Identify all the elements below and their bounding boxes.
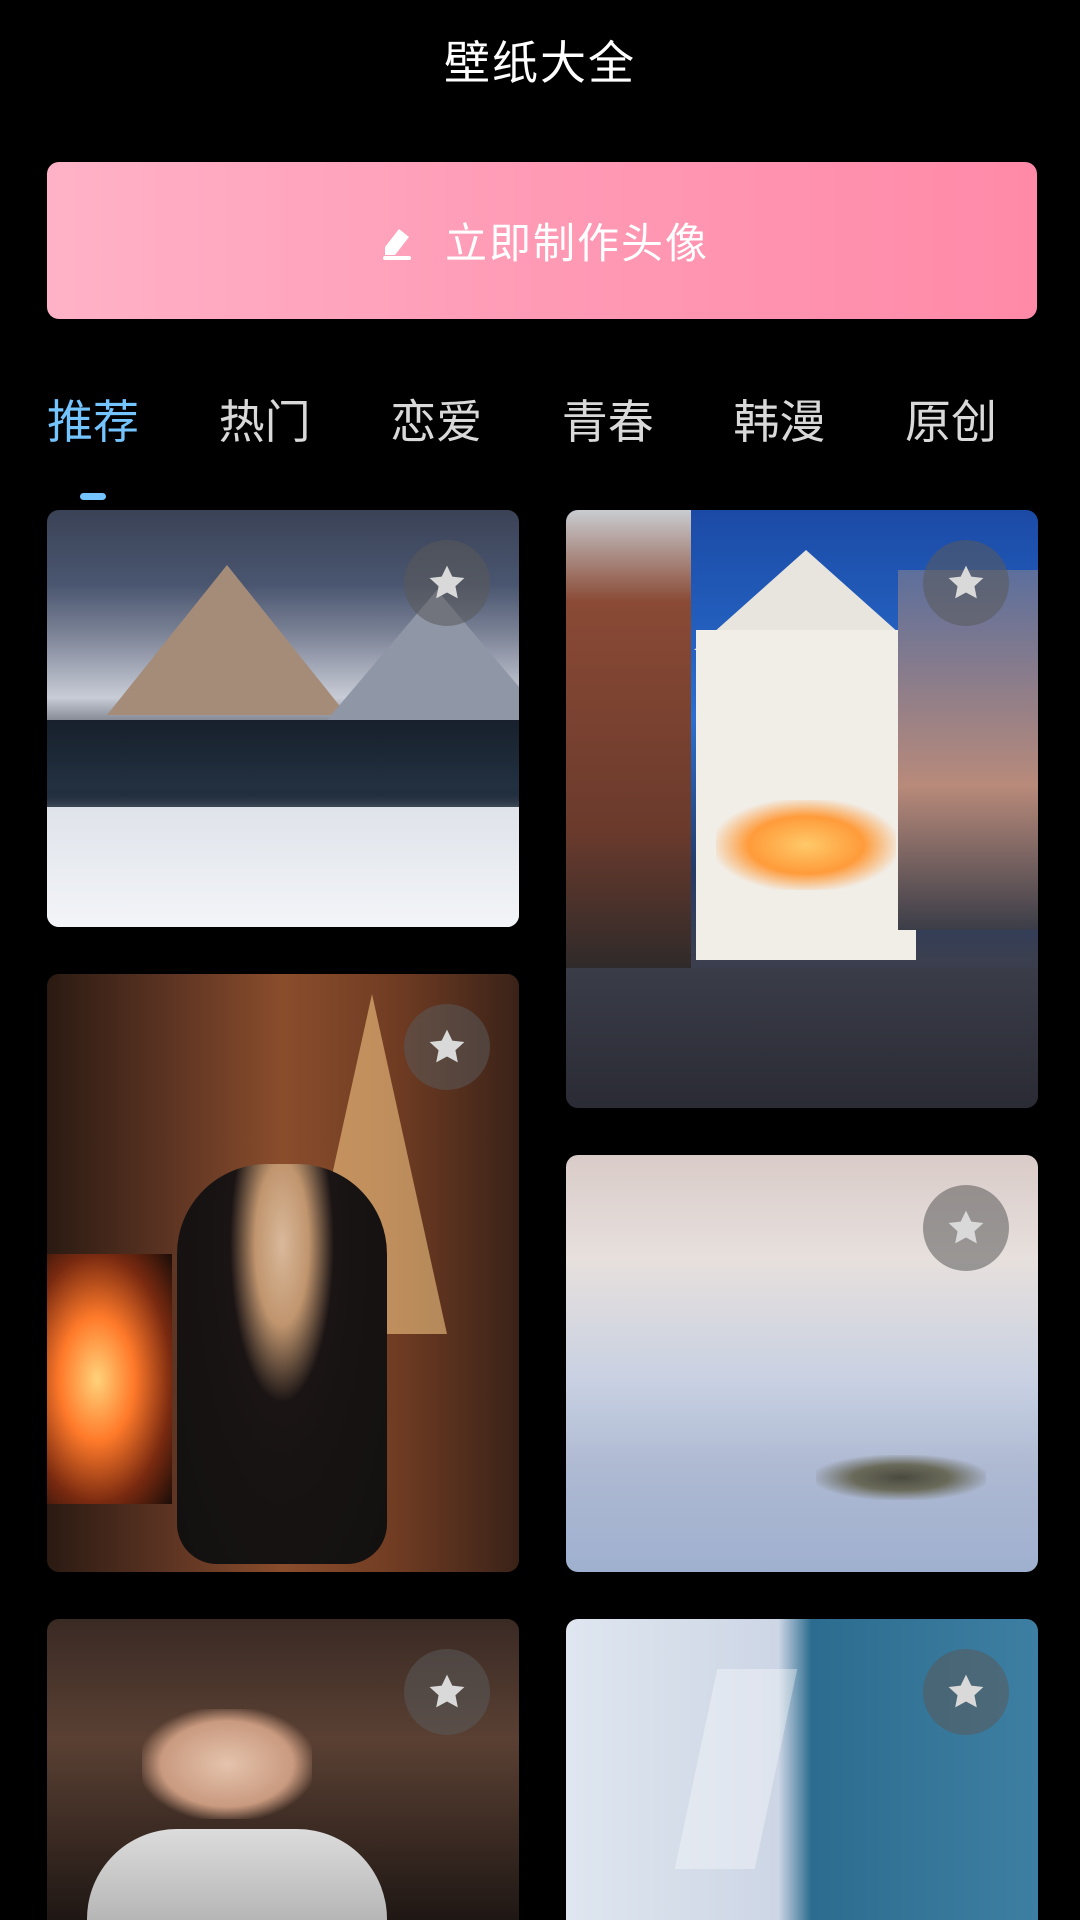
tab-korean-comics[interactable]: 韩漫 xyxy=(733,390,825,480)
tab-popular[interactable]: 热门 xyxy=(219,390,311,480)
category-tabs: 推荐 热门 恋爱 青春 韩漫 原创 xyxy=(47,390,1037,500)
house xyxy=(696,630,916,960)
favorite-star-button[interactable] xyxy=(923,540,1009,626)
star-icon xyxy=(429,1674,465,1708)
tab-love[interactable]: 恋爱 xyxy=(390,390,482,480)
wallpaper-card-town[interactable] xyxy=(566,510,1038,1108)
tab-youth[interactable]: 青春 xyxy=(562,390,654,480)
favorite-star-button[interactable] xyxy=(404,540,490,626)
tab-label: 青春 xyxy=(561,395,654,449)
building xyxy=(566,510,691,970)
street xyxy=(566,968,1038,1108)
star-icon xyxy=(429,565,465,599)
wallpaper-card-clouds[interactable] xyxy=(566,1155,1038,1572)
make-avatar-button[interactable]: 立即制作头像 xyxy=(47,162,1037,319)
make-avatar-label: 立即制作头像 xyxy=(444,219,709,268)
tree-island xyxy=(816,1455,986,1500)
star-icon xyxy=(429,1029,465,1063)
person xyxy=(177,1164,387,1564)
favorite-star-button[interactable] xyxy=(404,1004,490,1090)
tab-label: 热门 xyxy=(218,395,311,449)
app-header: 壁纸大全 xyxy=(0,0,1080,120)
shop-light xyxy=(716,800,896,890)
wallpaper-card-shirts[interactable] xyxy=(566,1619,1038,1920)
favorite-star-button[interactable] xyxy=(923,1649,1009,1735)
wash-basin xyxy=(87,1829,387,1920)
wallpaper-card-mountains[interactable] xyxy=(47,510,519,927)
tab-label: 原创 xyxy=(904,395,997,449)
tab-label: 推荐 xyxy=(47,395,139,449)
wallpaper-card-fireplace[interactable] xyxy=(47,974,519,1572)
favorite-star-button[interactable] xyxy=(923,1185,1009,1271)
tab-label: 韩漫 xyxy=(733,395,826,449)
page-title: 壁纸大全 xyxy=(444,36,636,90)
snowfield xyxy=(47,807,519,927)
face xyxy=(142,1709,312,1819)
star-icon xyxy=(948,565,984,599)
shirt-collar xyxy=(674,1669,798,1869)
tab-label: 恋爱 xyxy=(390,395,483,449)
tab-recommended[interactable]: 推荐 xyxy=(47,390,139,500)
edit-icon xyxy=(375,219,419,263)
active-tab-indicator xyxy=(80,493,106,500)
fireplace xyxy=(47,1254,172,1504)
wallpaper-card-salon[interactable] xyxy=(47,1619,519,1920)
favorite-star-button[interactable] xyxy=(404,1649,490,1735)
star-icon xyxy=(948,1210,984,1244)
mountain-peak xyxy=(107,565,347,715)
star-icon xyxy=(948,1674,984,1708)
tab-original[interactable]: 原创 xyxy=(905,390,997,480)
